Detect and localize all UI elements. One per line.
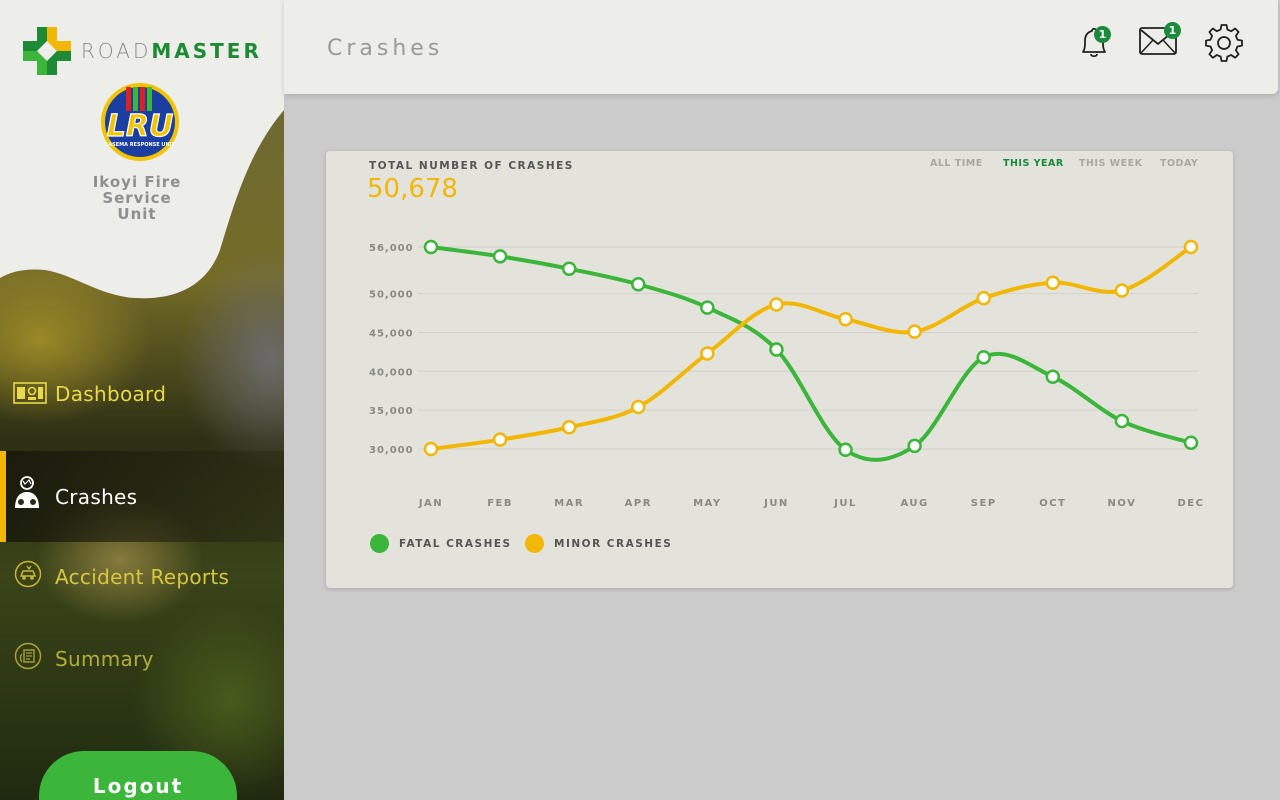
x-tick-label: JAN [418,498,443,509]
crashes-line-chart: 30,000 35,000 40,000 45,000 50,000 56,000 JAN F… [369,239,1205,509]
crash-stats-card: TOTAL NUMBER OF CRASHES 50,678 ALL TIME … [326,151,1233,588]
messages-button[interactable]: 1 [1138,22,1181,62]
fatal-crashes-point [769,342,784,357]
brand-name-master: MASTER [151,39,262,63]
x-tick-label: DEC [1178,498,1205,509]
x-tick-label: JUL [833,498,857,509]
crash-victim-icon [15,476,39,508]
svg-text:LASEMA RESPONSE UNIT: LASEMA RESPONSE UNIT [105,142,175,148]
legend-minor-label: MINOR CRASHES [554,537,673,550]
legend-fatal: FATAL CRASHES [370,534,512,553]
unit-name: Ikoyi Fire Service Unit [92,173,182,223]
car-accident-icon [14,560,42,588]
fatal-crashes-point [561,261,577,277]
brand-name-road: ROAD [81,39,152,63]
x-tick-label: MAR [554,498,584,509]
minor-crashes-point [976,291,991,306]
x-tick-label: AUG [901,498,929,509]
fatal-crashes-point [631,277,646,292]
minor-crashes-point [1114,283,1130,298]
y-tick-label: 50,000 [369,290,414,301]
minor-crashes-point [492,432,508,447]
sidebar-item-label: Crashes [55,484,138,509]
logout-button[interactable]: Logout [39,751,237,800]
sidebar-item-label: Summary [55,647,154,671]
notifications-badge: 1 [1094,26,1111,43]
settings-button[interactable] [1204,22,1244,62]
legend-fatal-label: FATAL CRASHES [399,537,512,550]
dashboard-icon [13,382,47,404]
minor-crashes-point [838,312,853,327]
sidebar-item-crashes[interactable]: Crashes [0,451,284,542]
x-tick-label: NOV [1107,498,1136,509]
y-tick-label: 45,000 [369,328,414,339]
fatal-crashes-point [1114,413,1130,429]
fatal-crashes-point [907,438,922,454]
sidebar: ROADMASTER LRU LASEMA RESPONSE UNIT Ikoy… [0,0,284,800]
fatal-crashes-point [1045,369,1061,384]
minor-crashes-line [429,245,1193,451]
minor-crashes-point [700,346,715,361]
top-header: Crashes 1 1 [284,0,1278,94]
fatal-crashes-point [700,300,715,315]
x-tick-label: APR [625,498,652,509]
brand-logo[interactable]: ROADMASTER [23,27,262,75]
x-tick-label: MAY [693,498,721,509]
sidebar-item-label: Accident Reports [55,565,230,589]
minor-crashes-point [423,441,439,457]
brand-name: ROADMASTER [81,39,262,63]
legend-fatal-swatch [370,534,389,553]
minor-crashes-point [631,399,646,415]
minor-crashes-point [561,419,577,435]
y-tick-label: 56,000 [369,243,414,254]
x-tick-label: OCT [1039,498,1066,509]
fatal-crashes-point [838,442,853,458]
legend-minor: MINOR CRASHES [525,534,672,553]
fatal-crashes-point [976,350,991,365]
svg-text:LRU: LRU [107,109,174,144]
roadmaster-logo-icon [23,27,71,75]
fatal-crashes-point [492,249,508,264]
x-tick-label: FEB [487,498,513,509]
minor-crashes-point [1045,275,1061,290]
y-tick-label: 35,000 [369,406,414,417]
sidebar-item-summary[interactable]: Summary [0,634,284,684]
minor-crashes-point [1183,239,1199,255]
x-tick-label: JUN [763,498,789,509]
fatal-crashes-line [429,245,1193,462]
notifications-button[interactable]: 1 [1074,22,1114,62]
sidebar-item-dashboard[interactable]: Dashboard [0,366,284,422]
y-tick-label: 40,000 [369,367,414,378]
x-tick-label: SEP [971,498,997,509]
messages-badge: 1 [1164,22,1181,39]
legend-minor-swatch [525,534,544,553]
fatal-crashes-point [1183,435,1199,451]
minor-crashes-point [907,324,922,339]
sidebar-item-label: Dashboard [55,382,167,406]
sidebar-item-accident-reports[interactable]: Accident Reports [0,552,284,602]
y-tick-label: 30,000 [369,445,414,456]
gear-icon [1205,24,1243,62]
summary-icon [14,642,42,670]
unit-logo: LRU LASEMA RESPONSE UNIT [100,82,180,162]
page-title: Crashes [327,36,444,61]
minor-crashes-point [769,297,784,312]
fatal-crashes-point [423,239,439,255]
